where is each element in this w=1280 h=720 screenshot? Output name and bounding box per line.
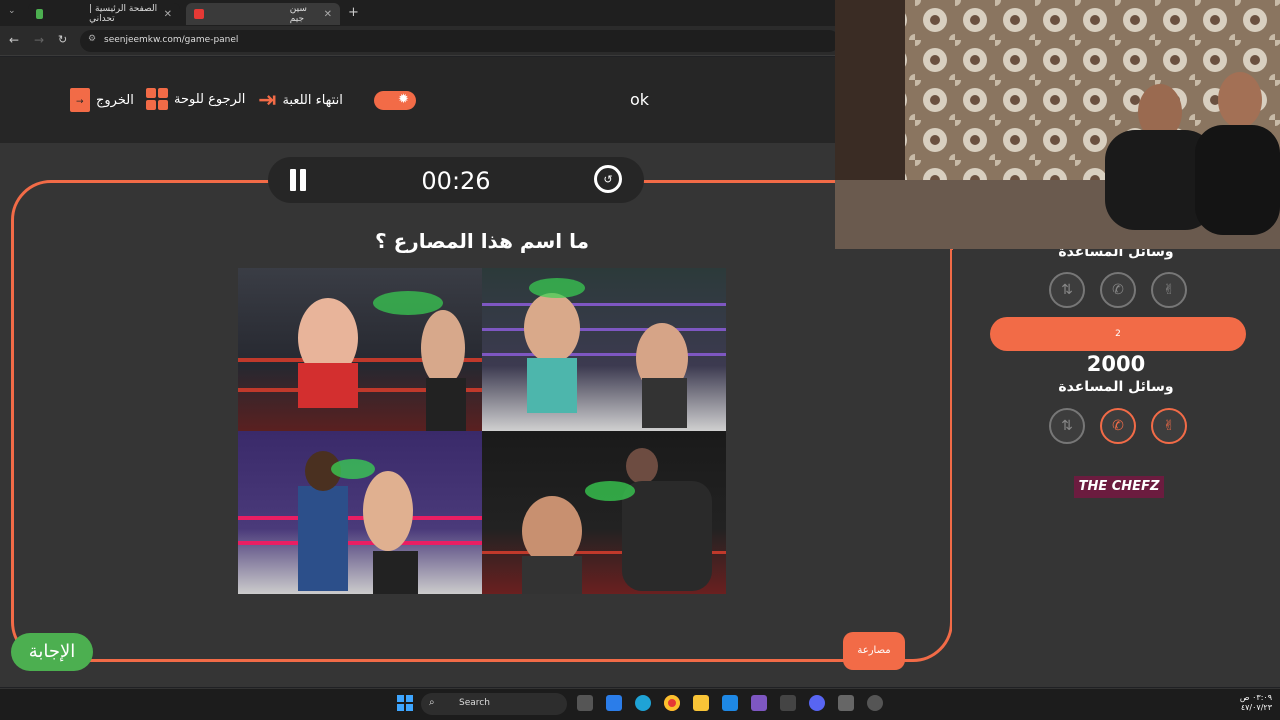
question-image-3 <box>238 431 482 594</box>
tab-game-panel[interactable]: سين جيم ✕ <box>186 3 340 25</box>
task-view-icon[interactable] <box>577 695 593 711</box>
close-icon[interactable]: ✕ <box>164 9 172 20</box>
team2-score: 2000 <box>1086 352 1146 376</box>
team2-aids-label: وسائل المساعدة <box>1058 379 1174 395</box>
category-button[interactable]: مصارعة <box>843 632 905 670</box>
sponsor-logo: THE CHEFZ <box>1074 476 1164 498</box>
show-answer-button[interactable]: الإجابة <box>11 633 93 671</box>
back-to-board-button[interactable]: الرجوع للوحة <box>146 88 245 110</box>
reload-icon[interactable]: ↻ <box>58 33 67 46</box>
double-answer-aid-icon[interactable]: ⇅ <box>1049 272 1085 308</box>
clock-time: ٠٣:٠٩ ص <box>1239 693 1272 702</box>
settings-toggle[interactable]: ✹ <box>374 91 416 110</box>
search-placeholder: Search <box>459 698 490 708</box>
taskbar-clock[interactable]: ٠٣:٠٩ ص ٤٧/٠٧/٢٣ <box>1232 693 1272 713</box>
url-field[interactable]: ⚙ seenjeemkw.com/game-panel <box>80 30 840 52</box>
two-answers-aid-icon[interactable]: ✌ <box>1151 272 1187 308</box>
store-icon[interactable] <box>606 695 622 711</box>
timer-display: 00:26 <box>421 167 491 195</box>
question-text: ما اسم هذا المصارع ؟ <box>375 229 589 253</box>
edge-icon[interactable] <box>635 695 651 711</box>
new-tab-icon[interactable]: + <box>348 5 359 20</box>
obs-icon[interactable] <box>867 695 883 711</box>
timer-bar: 00:26 ↺ <box>268 157 644 203</box>
taskbar-search[interactable]: ⌕ Search <box>421 693 567 715</box>
question-image-4 <box>482 431 726 594</box>
gear-icon: ✹ <box>398 92 409 107</box>
chrome-icon[interactable] <box>664 695 680 711</box>
tab-home[interactable]: الصفحة الرئيسية | تحداني ✕ <box>28 3 180 25</box>
file-explorer-icon[interactable] <box>693 695 709 711</box>
exit-icon: → <box>70 88 90 112</box>
tab-title: سين جيم <box>289 4 307 24</box>
two-answers-aid-icon[interactable]: ✌ <box>1151 408 1187 444</box>
photos-icon[interactable] <box>751 695 767 711</box>
url-text: seenjeemkw.com/game-panel <box>104 35 239 45</box>
status-text: ok <box>630 90 650 109</box>
mail-icon[interactable] <box>722 695 738 711</box>
site-info-icon[interactable]: ⚙ <box>88 34 96 44</box>
reset-timer-icon[interactable]: ↺ <box>594 165 622 193</box>
webcam-overlay <box>835 0 1280 249</box>
teams-side-panel <box>952 250 1280 687</box>
grid-icon <box>146 88 168 110</box>
arrow-to-line-icon: ⇥ <box>258 88 277 113</box>
tab-favicon-icon <box>194 9 204 19</box>
close-icon[interactable]: ✕ <box>324 9 332 20</box>
tab-list-icon[interactable]: ⌄ <box>8 6 16 16</box>
call-friend-aid-icon[interactable]: ✆ <box>1100 272 1136 308</box>
exit-button[interactable]: → الخروج <box>70 88 134 112</box>
end-game-button[interactable]: ⇥ انتهاء اللعبة <box>258 88 343 113</box>
call-friend-aid-icon[interactable]: ✆ <box>1100 408 1136 444</box>
question-image-1 <box>238 268 482 431</box>
question-image-2 <box>482 268 726 431</box>
clock-date: ٤٧/٠٧/٢٣ <box>1240 703 1272 712</box>
app-icon[interactable] <box>780 695 796 711</box>
discord-icon[interactable] <box>809 695 825 711</box>
back-to-board-label: الرجوع للوحة <box>174 91 246 107</box>
tab-favicon-icon <box>36 9 44 19</box>
back-icon[interactable]: ← <box>9 33 19 47</box>
tab-title: الصفحة الرئيسية | تحداني <box>89 4 158 24</box>
app-icon[interactable] <box>838 695 854 711</box>
team2-name-bar: 2 <box>990 317 1246 351</box>
double-answer-aid-icon[interactable]: ⇅ <box>1049 408 1085 444</box>
exit-label: الخروج <box>96 92 134 108</box>
end-game-label: انتهاء اللعبة <box>282 93 343 108</box>
windows-start-icon[interactable] <box>397 695 413 711</box>
forward-icon[interactable]: → <box>34 33 44 47</box>
search-icon: ⌕ <box>429 697 435 708</box>
